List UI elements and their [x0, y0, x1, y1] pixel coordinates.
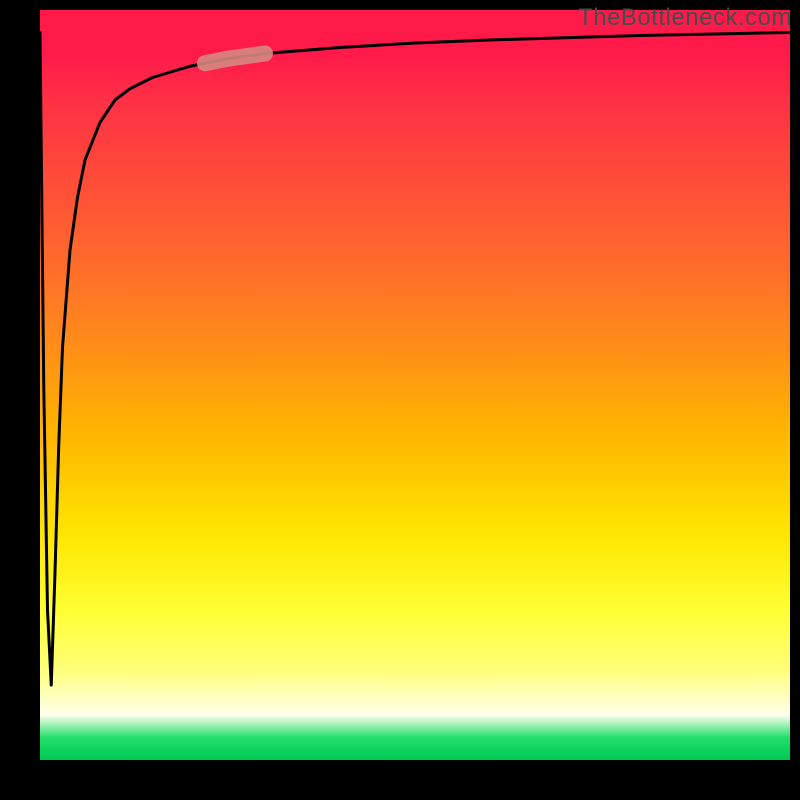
bottleneck-curve	[40, 33, 790, 686]
curve-svg	[40, 10, 790, 760]
curve-highlight-segment	[205, 54, 265, 64]
chart-frame: TheBottleneck.com	[0, 0, 800, 800]
attribution-link[interactable]: TheBottleneck.com	[578, 4, 792, 31]
plot-area	[40, 10, 790, 760]
attribution-label: TheBottleneck.com	[578, 4, 792, 32]
